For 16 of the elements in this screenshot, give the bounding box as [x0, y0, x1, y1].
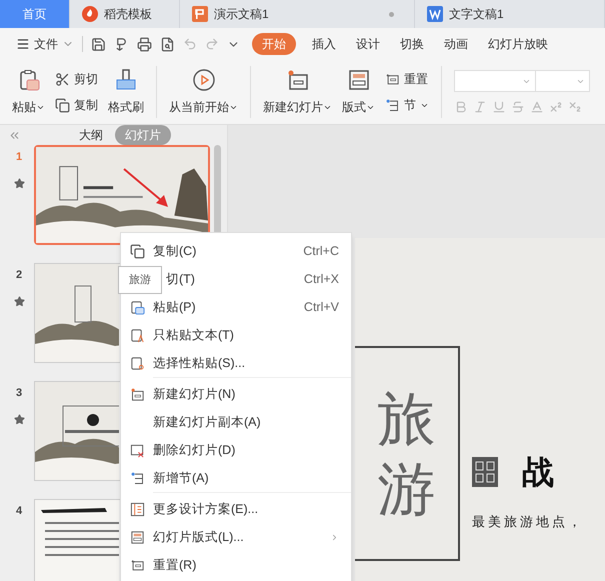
- tab-label: 稻壳模板: [104, 6, 152, 23]
- shortcut-label: Ctrl+C: [303, 242, 339, 260]
- slide-heading: 战: [522, 456, 554, 488]
- slide-number: 3: [16, 386, 22, 401]
- tooltip: 旅游: [118, 266, 162, 294]
- title-character: 旅: [378, 390, 436, 448]
- tab-label: 文字文稿1: [449, 6, 504, 23]
- shortcut-label: Ctrl+V: [304, 298, 339, 316]
- slide-subtitle: 最美旅游地点，: [472, 512, 584, 530]
- title-character: 游: [378, 460, 436, 518]
- slide-number: 2: [16, 268, 22, 283]
- tab-label: 演示文稿1: [214, 6, 269, 23]
- slide-number: 1: [16, 150, 22, 165]
- shortcut-label: Ctrl+X: [304, 270, 339, 288]
- tab-label: 首页: [22, 6, 46, 23]
- slide-number: 4: [16, 504, 22, 519]
